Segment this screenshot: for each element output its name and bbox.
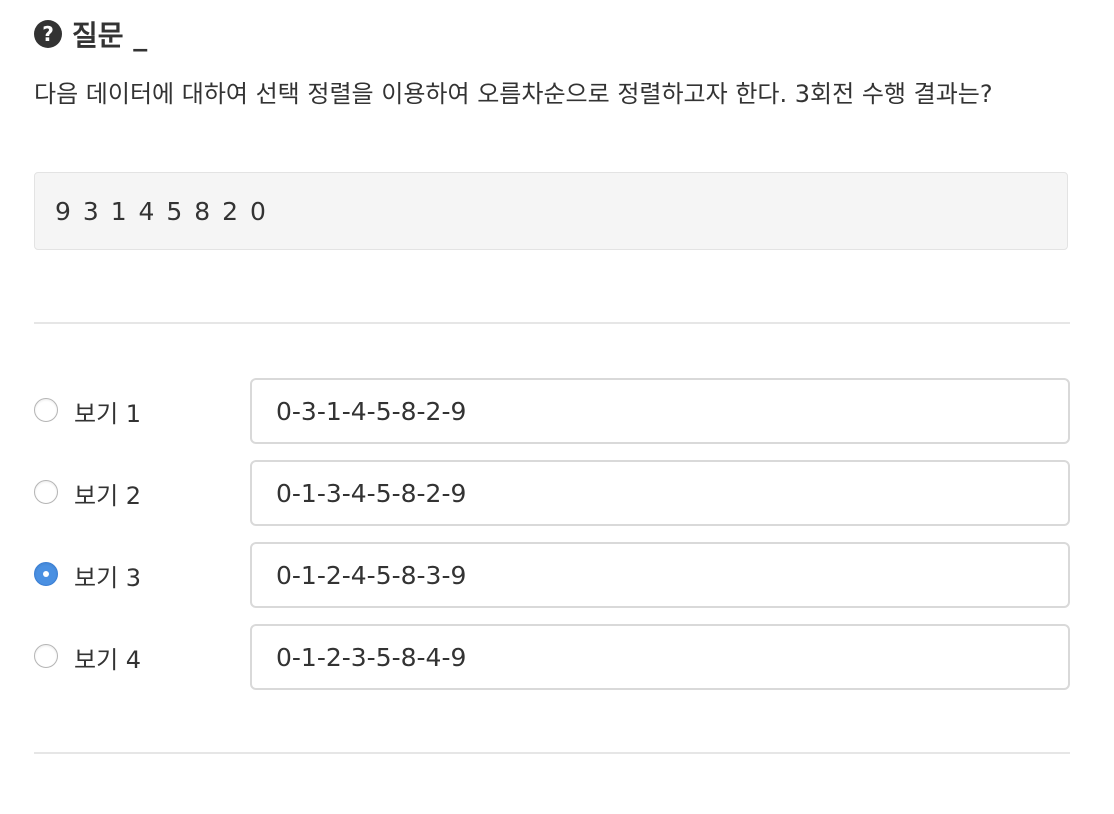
option-3-label[interactable]: 보기 3: [74, 558, 141, 593]
data-values: 9 3 1 4 5 8 2 0: [55, 196, 268, 226]
option-1-radio[interactable]: [34, 398, 58, 422]
option-row-1: 보기 1 0-3-1-4-5-8-2-9: [34, 378, 1070, 444]
divider-bottom: [34, 752, 1070, 754]
option-row-4: 보기 4 0-1-2-3-5-8-4-9: [34, 624, 1070, 690]
option-row-3: 보기 3 0-1-2-4-5-8-3-9: [34, 542, 1070, 608]
option-3-radio[interactable]: [34, 562, 58, 586]
option-4-radio[interactable]: [34, 644, 58, 668]
option-1-field[interactable]: 0-3-1-4-5-8-2-9: [250, 378, 1070, 444]
option-row-2: 보기 2 0-1-3-4-5-8-2-9: [34, 460, 1070, 526]
page-title: 질문 _: [72, 19, 148, 52]
question-text: 다음 데이터에 대하여 선택 정렬을 이용하여 오름차순으로 정렬하고자 한다.…: [34, 80, 993, 108]
option-4-field[interactable]: 0-1-2-3-5-8-4-9: [250, 624, 1070, 690]
option-4-label[interactable]: 보기 4: [74, 640, 141, 675]
question-circle-icon: ?: [34, 20, 62, 48]
header: ? 질문 _: [34, 14, 147, 54]
option-1-label[interactable]: 보기 1: [74, 394, 141, 429]
option-2-field[interactable]: 0-1-3-4-5-8-2-9: [250, 460, 1070, 526]
option-2-label[interactable]: 보기 2: [74, 476, 141, 511]
option-2-radio[interactable]: [34, 480, 58, 504]
divider-top: [34, 322, 1070, 324]
option-3-field[interactable]: 0-1-2-4-5-8-3-9: [250, 542, 1070, 608]
data-box: 9 3 1 4 5 8 2 0: [34, 172, 1068, 250]
